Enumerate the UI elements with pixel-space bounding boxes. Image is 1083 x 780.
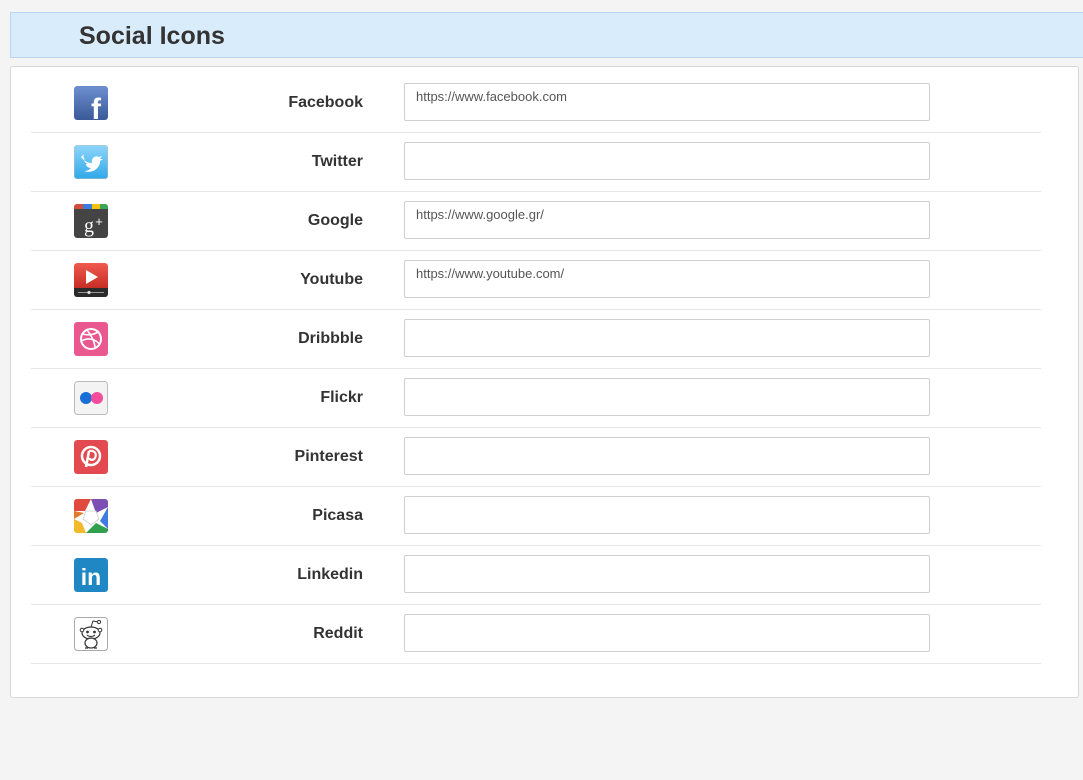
dribbble-icon xyxy=(74,322,108,356)
label-twitter: Twitter xyxy=(311,153,363,170)
label-youtube: Youtube xyxy=(300,271,363,288)
label-google: Google xyxy=(307,212,363,229)
list-item: Twitter xyxy=(31,133,1041,192)
flickr-url-input[interactable] xyxy=(404,378,930,416)
label-dribbble: Dribbble xyxy=(298,330,363,347)
picasa-url-input[interactable] xyxy=(404,496,930,534)
list-item: Youtube xyxy=(31,251,1041,310)
youtube-url-input[interactable] xyxy=(404,260,930,298)
label-facebook: Facebook xyxy=(288,94,363,111)
label-pinterest: Pinterest xyxy=(294,448,363,465)
list-item: Pinterest xyxy=(31,428,1041,487)
page-title: Social Icons xyxy=(79,22,225,50)
pinterest-icon xyxy=(74,440,108,474)
google-plus-icon: g + xyxy=(74,204,108,238)
label-reddit: Reddit xyxy=(313,625,363,642)
twitter-url-input[interactable] xyxy=(404,142,930,180)
reddit-url-input[interactable] xyxy=(404,614,930,652)
label-linkedin: Linkedin xyxy=(297,566,363,583)
facebook-url-input[interactable] xyxy=(404,83,930,121)
facebook-icon: f xyxy=(74,86,108,120)
youtube-icon xyxy=(74,263,108,297)
section-header: Social Icons xyxy=(10,12,1083,58)
linkedin-icon: in xyxy=(74,558,108,592)
label-flickr: Flickr xyxy=(320,389,363,406)
twitter-icon xyxy=(74,145,108,179)
google-url-input[interactable] xyxy=(404,201,930,239)
picasa-icon xyxy=(74,499,108,533)
svg-text:+: + xyxy=(95,214,103,229)
list-item: Dribbble xyxy=(31,310,1041,369)
social-icons-panel: f Facebook Twitter g + xyxy=(10,66,1079,698)
list-item: Reddit xyxy=(31,605,1041,664)
svg-text:f: f xyxy=(91,93,102,120)
list-item: Flickr xyxy=(31,369,1041,428)
svg-text:in: in xyxy=(81,564,101,590)
flickr-icon xyxy=(74,381,108,415)
list-item: in Linkedin xyxy=(31,546,1041,605)
list-item: g + Google xyxy=(31,192,1041,251)
list-item: Picasa xyxy=(31,487,1041,546)
list-item: f Facebook xyxy=(31,74,1041,133)
svg-text:g: g xyxy=(84,215,94,237)
pinterest-url-input[interactable] xyxy=(404,437,930,475)
linkedin-url-input[interactable] xyxy=(404,555,930,593)
label-picasa: Picasa xyxy=(312,507,363,524)
reddit-icon xyxy=(74,617,108,651)
dribbble-url-input[interactable] xyxy=(404,319,930,357)
